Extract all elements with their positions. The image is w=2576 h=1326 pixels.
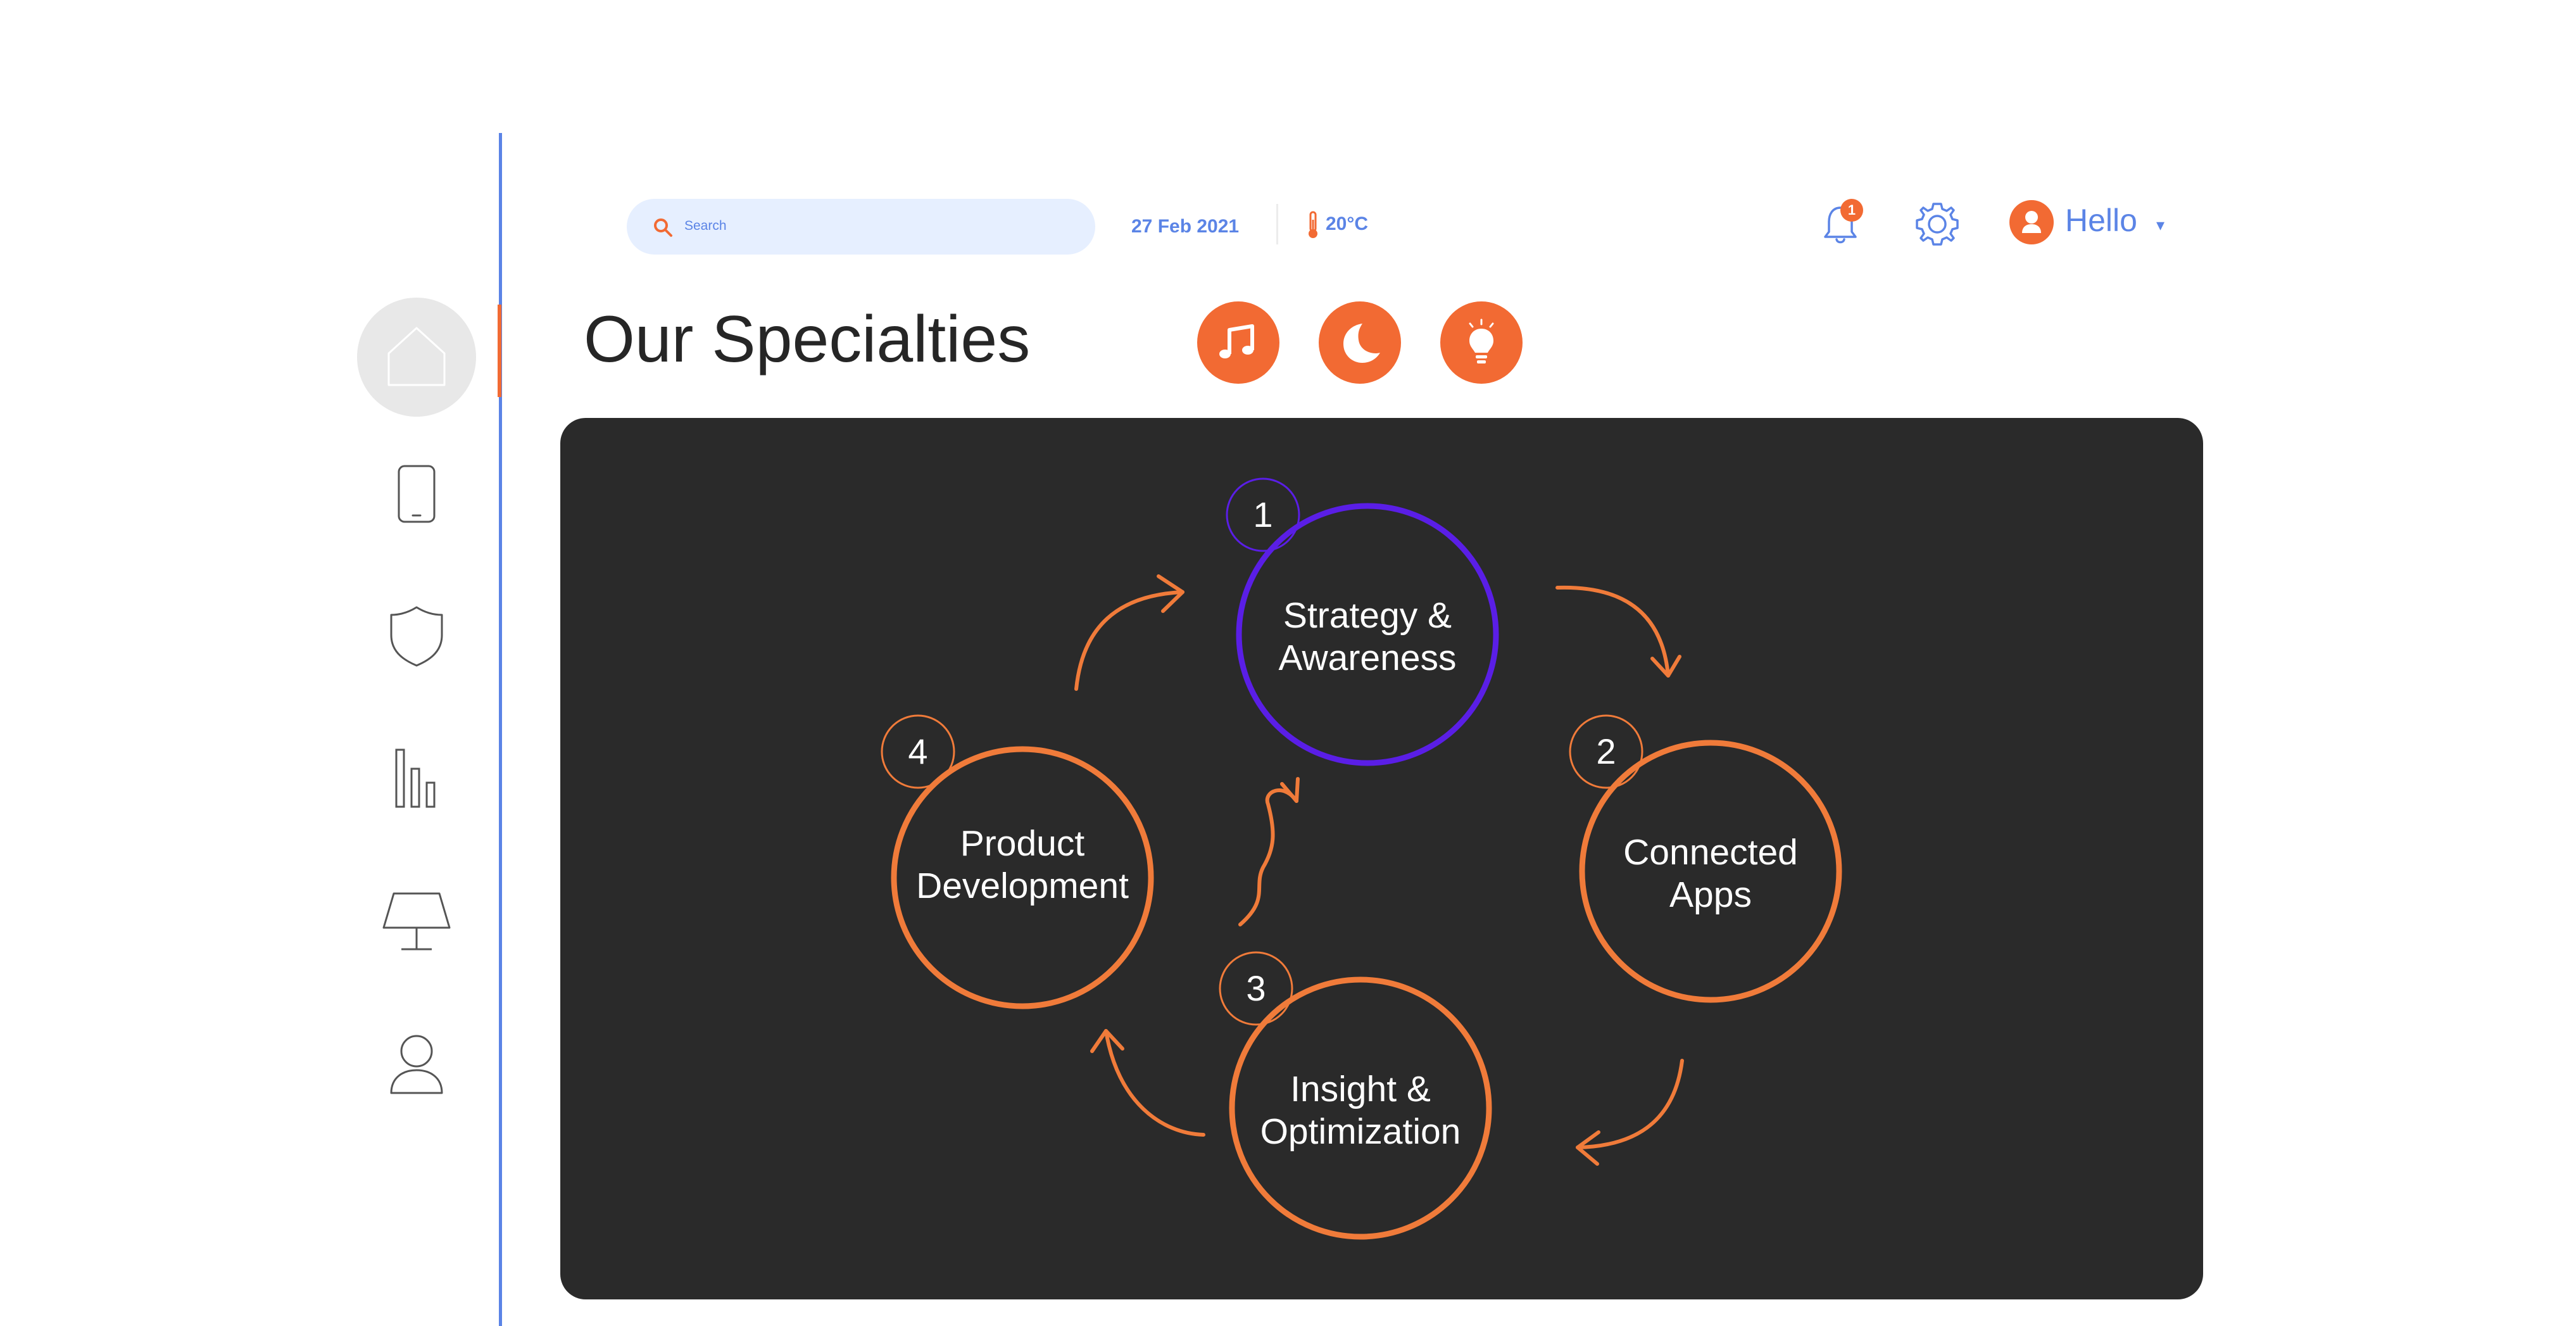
search-placeholder: Search [684,218,727,233]
shield-icon [390,606,443,667]
arrow-2-to-3 [1576,1059,1684,1166]
avatar[interactable] [2009,200,2054,244]
arrow-3-to-4 [1090,1029,1205,1137]
step-1-title-line2: Awareness [1278,638,1457,678]
step-2-title-line2: Apps [1669,875,1752,915]
step-4-title-line2: Development [916,866,1129,906]
step-1-title-line1: Strategy & [1283,595,1452,636]
music-icon [1219,324,1254,358]
arrow-1-to-2 [1555,585,1681,678]
thermometer-icon [1309,211,1317,238]
desk-icon [382,892,451,950]
user-icon [390,1035,443,1094]
sidebar-item-workspace[interactable] [379,883,455,959]
idea-button[interactable] [1440,301,1523,384]
step-3-title-line1: Insight & [1290,1069,1431,1109]
gear-icon[interactable] [1912,199,1963,249]
bar-chart-icon [395,748,436,808]
user-avatar-icon [2022,211,2041,233]
notification-badge: 1 [1840,199,1863,222]
step-3-title-line2: Optimization [1260,1111,1461,1152]
cycle-diagram [881,477,1842,1240]
sidebar-item-home[interactable] [379,319,455,395]
sidebar-item-security[interactable] [379,598,455,674]
step-4-title-line1: Product [960,823,1085,864]
step-3-number: 3 [1246,968,1266,1008]
temperature: 20°C [1326,213,1369,234]
chevron-down-icon[interactable]: ▾ [2156,214,2164,236]
sidebar-item-profile[interactable] [379,1026,455,1102]
lightbulb-icon [1469,319,1494,363]
phone-icon [398,465,436,523]
moon-icon [1343,324,1380,363]
topbar-divider [1276,204,1278,244]
current-date: 27 Feb 2021 [1131,216,1240,237]
step-2-number: 2 [1596,731,1616,771]
sidebar-item-phone[interactable] [379,456,455,532]
search-icon[interactable] [652,217,674,238]
active-nav-indicator [498,305,501,397]
step-2-title-line1: Connected [1623,832,1798,873]
page-title: Our Specialties [584,303,1031,376]
music-button[interactable] [1197,301,1279,384]
home-icon [387,327,446,386]
sidebar-item-stats[interactable] [379,741,455,817]
step-4-number: 4 [908,731,928,771]
night-mode-button[interactable] [1319,301,1401,384]
arrow-squiggle [1238,777,1300,926]
user-greeting[interactable]: Hello [2065,200,2137,241]
step-1-number: 1 [1253,495,1273,534]
arrow-4-to-1 [1074,574,1184,691]
